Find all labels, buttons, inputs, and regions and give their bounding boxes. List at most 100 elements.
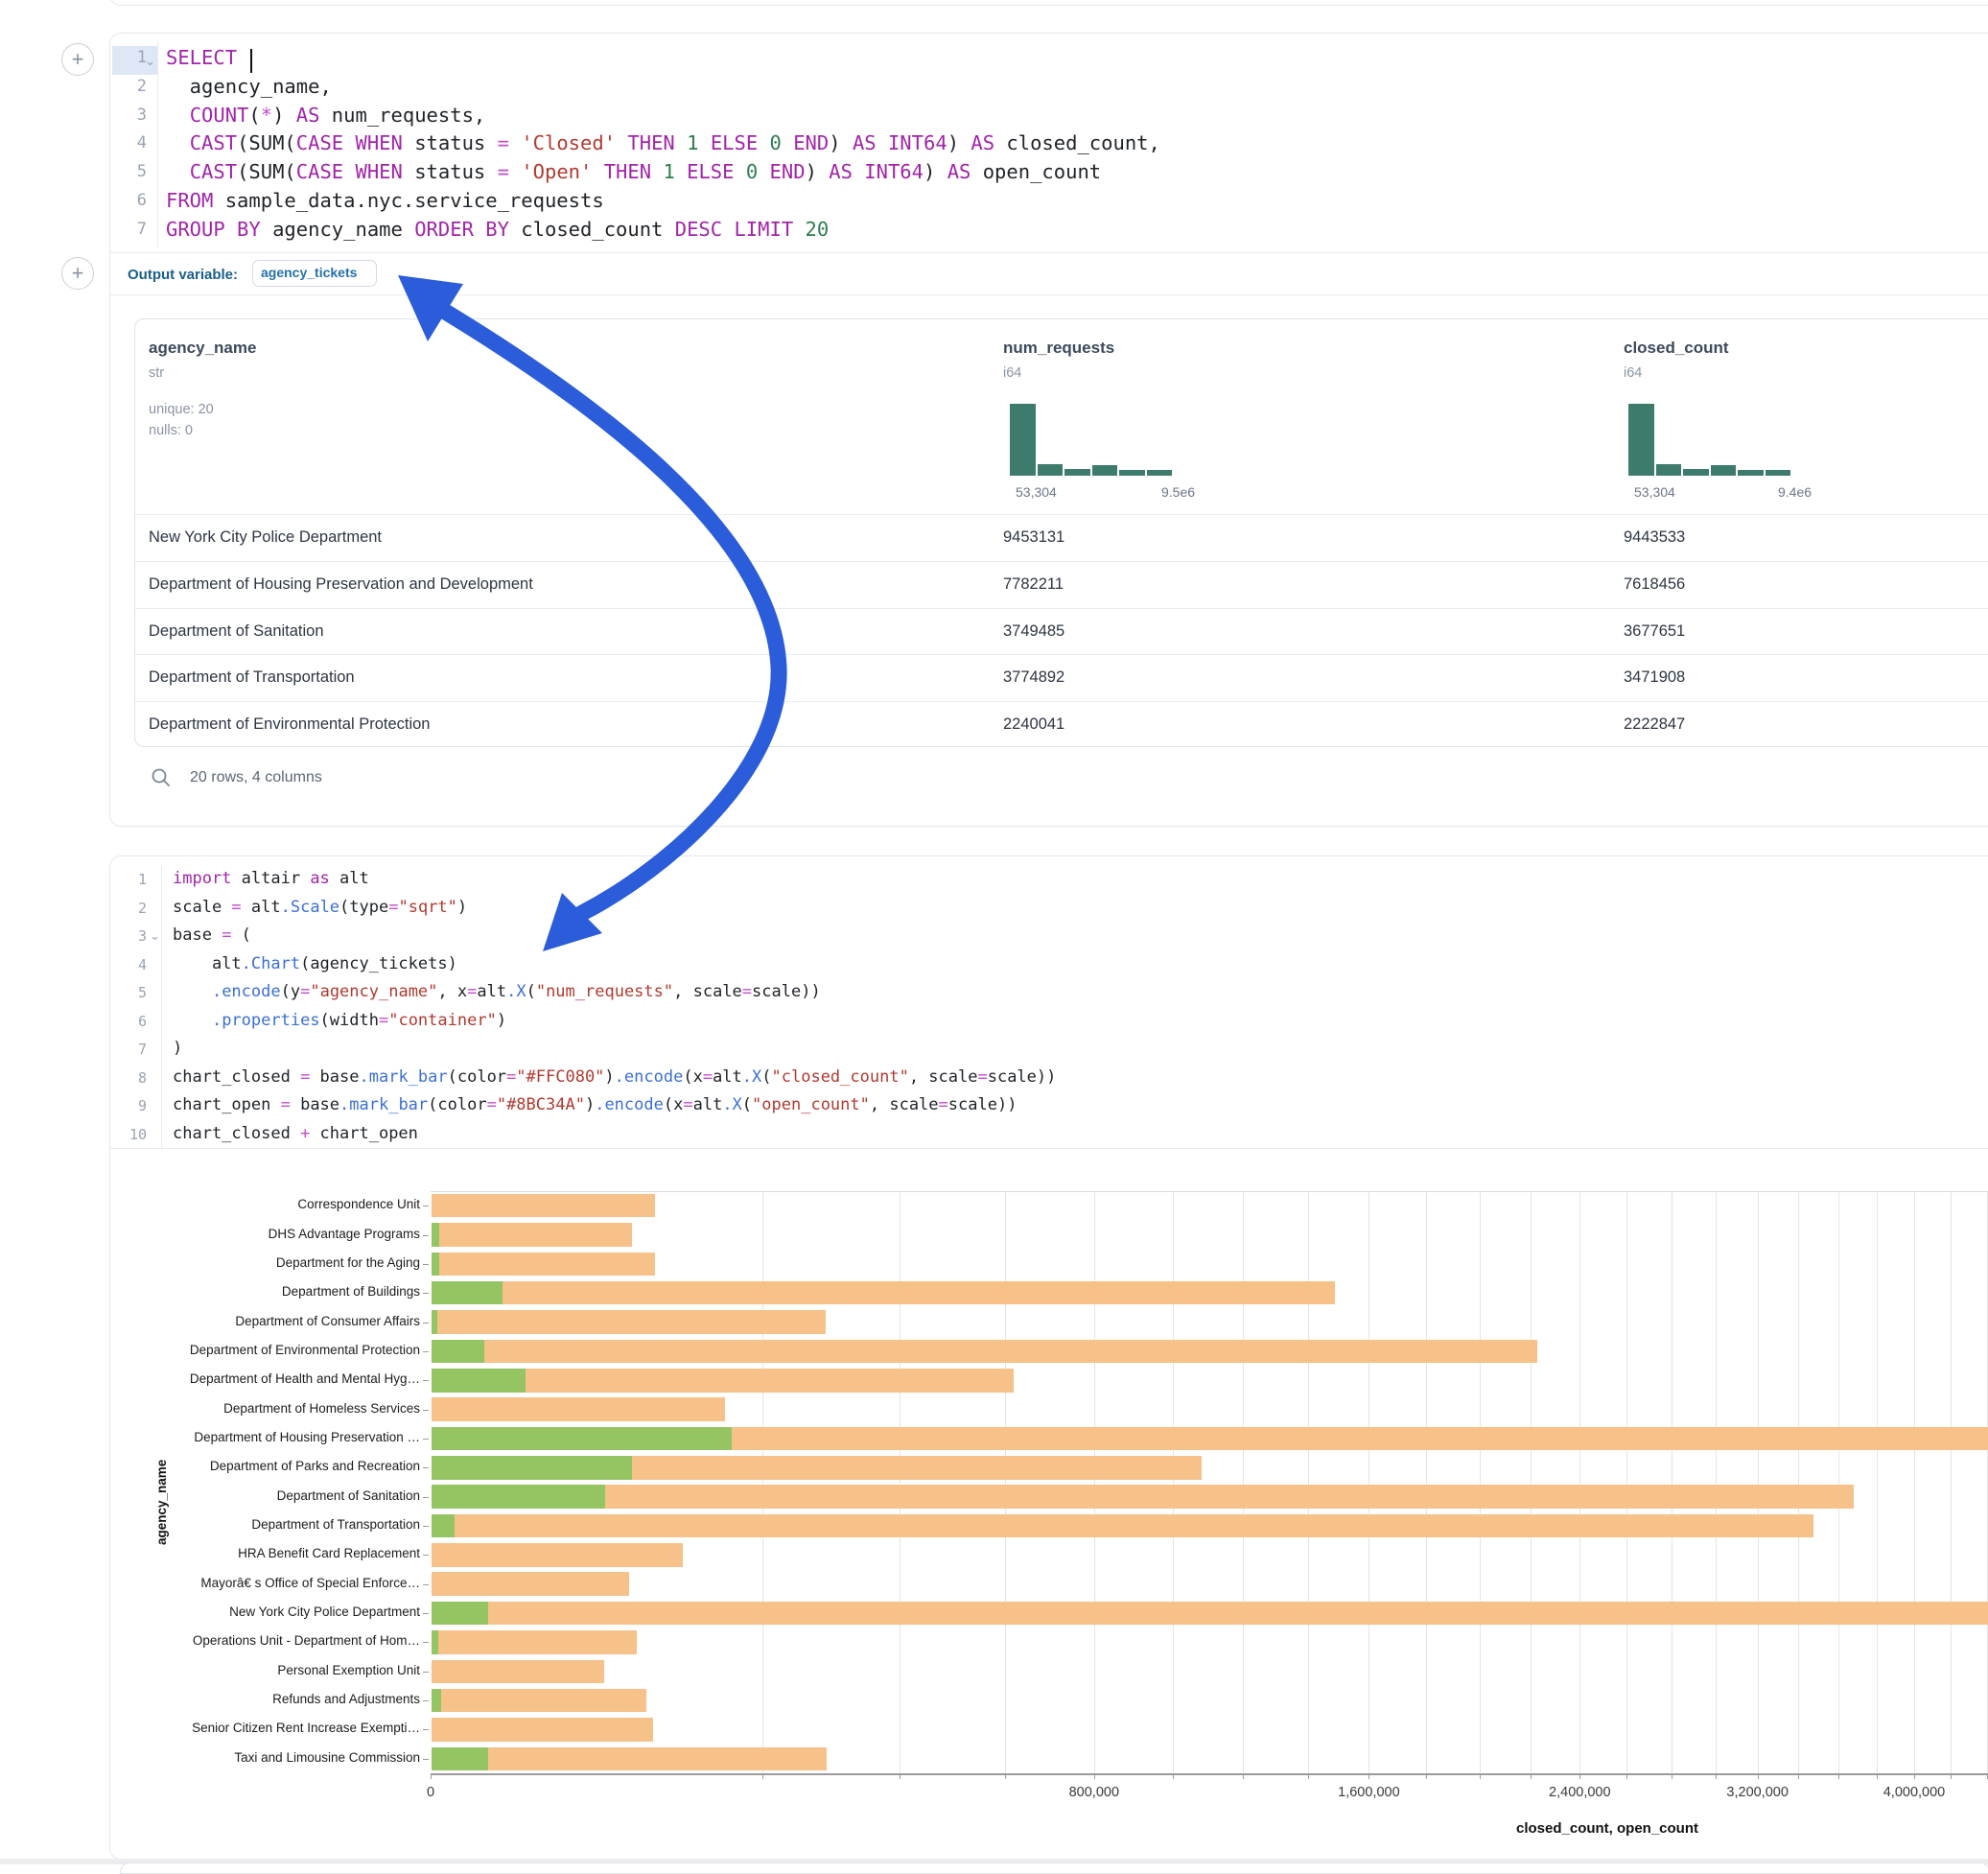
code-line[interactable]: import altair as alt <box>173 869 369 888</box>
bar-closed-count <box>432 1194 655 1218</box>
row-separator <box>135 514 1988 515</box>
code-line[interactable]: agency_name, <box>166 75 332 98</box>
table-cell-num_requests[interactable]: 3749485 <box>1003 622 1064 641</box>
code-line[interactable]: .properties(width="container") <box>173 1011 506 1030</box>
table-cell-agency_name[interactable]: New York City Police Department <box>149 528 382 547</box>
code-line[interactable]: COUNT(*) AS num_requests, <box>166 104 485 127</box>
gridline <box>1716 1191 1717 1773</box>
gridline <box>1480 1191 1481 1773</box>
y-axis-label: DHS Advantage Programs <box>110 1227 420 1241</box>
histogram-bar <box>1766 470 1791 476</box>
bar-closed-count <box>432 1223 632 1247</box>
bar-closed-count <box>432 1514 1813 1538</box>
dataframe-table: agency_name str unique: 20 nulls: 0 num_… <box>134 318 1988 747</box>
table-cell-num_requests[interactable]: 9453131 <box>1003 528 1064 547</box>
histogram-bar <box>1147 470 1173 476</box>
table-cell-num_requests[interactable]: 2240041 <box>1003 715 1064 734</box>
previous-cell-edge <box>109 0 1988 6</box>
column-header-num-requests[interactable]: num_requests <box>1003 339 1114 358</box>
column-type-closed-count: i64 <box>1624 365 1642 381</box>
gutter-separator <box>161 866 162 1149</box>
y-axis-label: Operations Unit - Department of Hom… <box>110 1633 420 1648</box>
table-cell-agency_name[interactable]: Department of Transportation <box>149 668 355 687</box>
code-line[interactable]: chart_closed + chart_open <box>173 1124 418 1143</box>
y-axis-label: Department of Transportation <box>110 1517 420 1532</box>
table-cell-agency_name[interactable]: Department of Environmental Protection <box>149 715 430 734</box>
add-cell-button-top[interactable]: + <box>61 43 94 76</box>
fold-chevron-icon[interactable]: ⌄ <box>145 54 155 69</box>
gridline <box>1243 1191 1244 1773</box>
bar-open-count <box>432 1427 732 1451</box>
table-cell-agency_name[interactable]: Department of Housing Preservation and D… <box>149 575 533 594</box>
y-axis-tick <box>423 1497 429 1498</box>
code-line[interactable]: FROM sample_data.nyc.service_requests <box>166 189 604 212</box>
code-line[interactable]: SELECT <box>166 46 248 69</box>
code-line[interactable]: alt.Chart(agency_tickets) <box>173 954 457 973</box>
histogram-bar <box>1656 464 1682 476</box>
fold-chevron-icon[interactable]: ⌄ <box>150 928 160 944</box>
y-axis-label: Department of Parks and Recreation <box>110 1459 420 1473</box>
line-number: 7 <box>112 220 147 239</box>
y-axis-label: Refunds and Adjustments <box>110 1692 420 1706</box>
code-line[interactable]: .encode(y="agency_name", x=alt.X("num_re… <box>173 982 821 1001</box>
line-number: 4 <box>112 133 147 152</box>
table-cell-closed_count[interactable]: 9443533 <box>1624 528 1685 547</box>
bar-open-count <box>432 1747 488 1771</box>
hist-min-label: 53,304 <box>1016 484 1057 500</box>
x-axis-label: 3,200,000 <box>1726 1785 1789 1800</box>
output-variable-pill[interactable]: agency_tickets <box>252 260 377 287</box>
x-axis-title: closed_count, open_count <box>1516 1820 1698 1837</box>
code-line[interactable]: base = ( <box>173 925 251 945</box>
python-cell: 12345678910 ⌄ import altair as altscale … <box>109 855 1988 1860</box>
code-line[interactable]: GROUP BY agency_name ORDER BY closed_cou… <box>166 218 829 241</box>
code-line[interactable]: chart_open = base.mark_bar(color="#8BC34… <box>173 1095 1017 1114</box>
table-cell-num_requests[interactable]: 3774892 <box>1003 668 1064 687</box>
search-icon[interactable] <box>151 767 172 793</box>
table-cell-closed_count[interactable]: 3471908 <box>1624 668 1685 687</box>
gridline <box>1877 1191 1878 1773</box>
code-line[interactable]: CAST(SUM(CASE WHEN status = 'Closed' THE… <box>166 131 1160 154</box>
table-cell-closed_count[interactable]: 2222847 <box>1624 715 1685 734</box>
y-axis-tick <box>423 1439 429 1440</box>
y-axis-tick <box>423 1467 429 1468</box>
y-axis-label: HRA Benefit Card Replacement <box>110 1546 420 1560</box>
table-cell-num_requests[interactable]: 7782211 <box>1003 575 1064 594</box>
histogram-bar <box>1711 465 1737 476</box>
bar-closed-count <box>432 1660 604 1684</box>
gridline <box>1173 1191 1174 1773</box>
column-header-agency-name[interactable]: agency_name <box>149 339 256 358</box>
y-axis-label: Department of Sanitation <box>110 1488 420 1503</box>
code-line[interactable]: scale = alt.Scale(type="sqrt") <box>173 898 467 917</box>
y-axis-label: Senior Citizen Rent Increase Exempti… <box>110 1721 420 1735</box>
y-axis-tick <box>423 1380 429 1381</box>
y-axis-label: Department of Environmental Protection <box>110 1343 420 1357</box>
y-axis-tick <box>423 1293 429 1294</box>
code-line[interactable]: ) <box>173 1039 182 1058</box>
text-cursor <box>250 49 252 73</box>
bar-closed-count <box>432 1602 1988 1626</box>
code-line[interactable]: chart_closed = base.mark_bar(color="#FFC… <box>173 1067 1056 1087</box>
table-cell-closed_count[interactable]: 7618456 <box>1624 575 1685 594</box>
column-header-closed-count[interactable]: closed_count <box>1624 339 1729 358</box>
histogram-bar <box>1119 470 1145 476</box>
line-number: 8 <box>112 1069 147 1087</box>
y-axis-tick <box>423 1555 429 1556</box>
bar-open-count <box>432 1630 438 1654</box>
bar-open-count <box>432 1310 437 1334</box>
y-axis-tick <box>423 1584 429 1585</box>
add-cell-button-output[interactable]: + <box>61 257 94 290</box>
bar-open-count <box>432 1340 484 1364</box>
line-number: 6 <box>112 1013 147 1030</box>
y-axis-label: Department of Buildings <box>110 1284 420 1299</box>
y-axis-tick <box>423 1410 429 1411</box>
gridline <box>1758 1191 1759 1773</box>
table-cell-closed_count[interactable]: 3677651 <box>1624 622 1685 641</box>
cell-separator <box>110 294 1988 295</box>
table-cell-agency_name[interactable]: Department of Sanitation <box>149 622 324 641</box>
bar-closed-count <box>432 1543 683 1567</box>
y-axis-tick <box>423 1759 429 1760</box>
code-line[interactable]: CAST(SUM(CASE WHEN status = 'Open' THEN … <box>166 160 1101 183</box>
gridline <box>1951 1191 1952 1773</box>
bar-closed-count <box>432 1485 1854 1509</box>
histogram-bar <box>1738 470 1764 476</box>
